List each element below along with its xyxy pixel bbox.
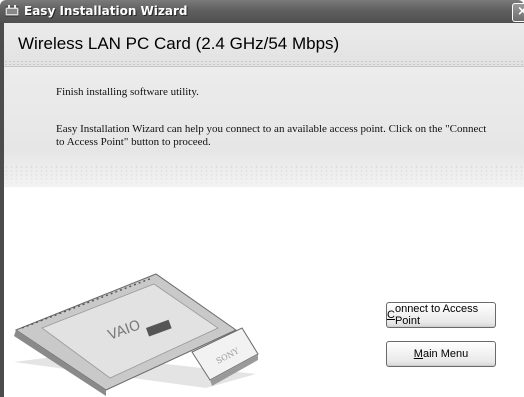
connect-button-access-key: C xyxy=(387,309,395,321)
title-bar[interactable]: Easy Installation Wizard × xyxy=(0,0,524,23)
connect-button-label: onnect to Access Point xyxy=(394,303,479,327)
main-menu-button[interactable]: Main Menu xyxy=(386,341,496,367)
status-message: Finish installing software utility. xyxy=(56,86,199,98)
main-menu-label: ain Menu xyxy=(422,348,469,360)
close-button[interactable]: × xyxy=(512,3,524,22)
app-icon xyxy=(5,5,19,17)
wizard-window: Easy Installation Wizard × Wireless LAN … xyxy=(0,0,524,397)
main-menu-access-key: M xyxy=(413,348,423,360)
pc-card-illustration: VAIO SONY xyxy=(14,273,259,396)
close-icon: × xyxy=(517,4,524,19)
instruction-message: Easy Installation Wizard can help you co… xyxy=(56,123,487,148)
product-title: Wireless LAN PC Card (2.4 GHz/54 Mbps) xyxy=(18,34,340,53)
connect-to-access-point-button[interactable]: Connect to Access Point xyxy=(386,302,496,328)
message-panel-texture xyxy=(4,165,524,191)
window-title: Easy Installation Wizard xyxy=(24,4,188,18)
